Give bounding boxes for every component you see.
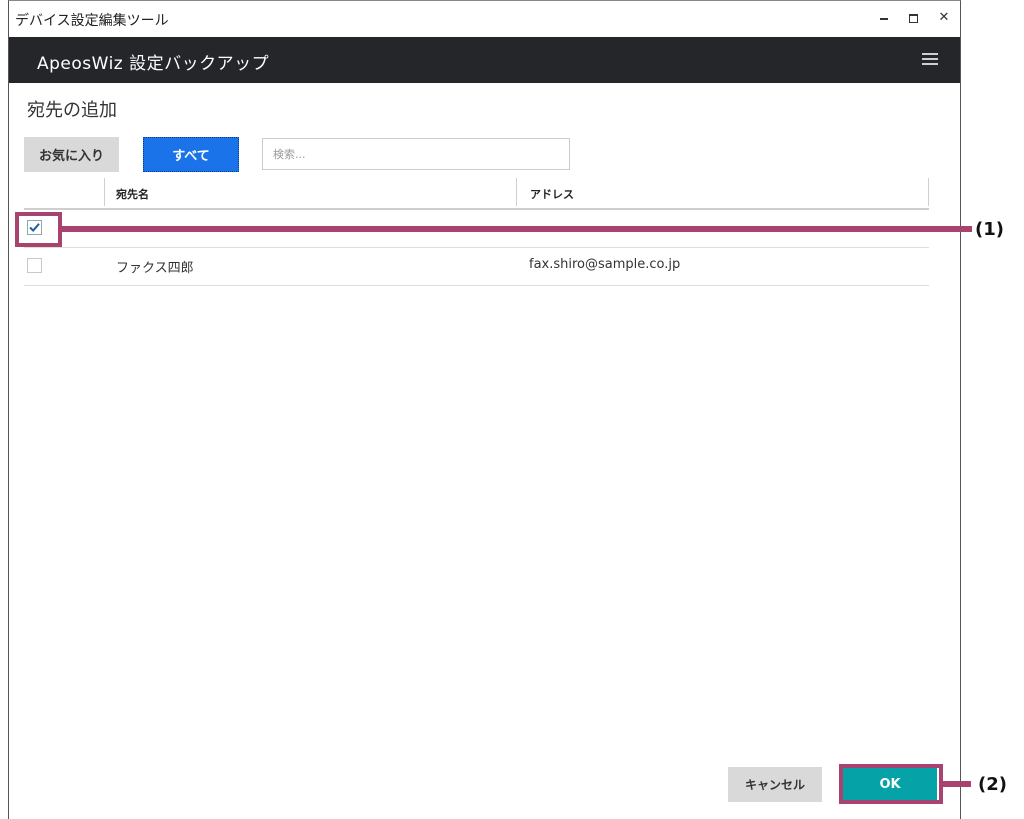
callout-label-1: (1): [975, 219, 1004, 240]
close-icon[interactable]: ✕: [933, 9, 955, 27]
row-checkbox[interactable]: [27, 258, 42, 273]
callout-line-1: [62, 226, 972, 232]
all-filter-button[interactable]: すべて: [143, 137, 239, 172]
cancel-button[interactable]: キャンセル: [728, 767, 822, 802]
window-title: デバイス設定編集ツール: [15, 13, 169, 29]
column-divider: [516, 178, 517, 206]
window-titlebar: デバイス設定編集ツール ✕: [9, 1, 960, 37]
maximize-icon[interactable]: [902, 9, 924, 27]
callout-box-2: [839, 764, 943, 804]
callout-box-1: [15, 212, 62, 247]
column-header-name[interactable]: 宛先名: [116, 186, 149, 202]
callout-label-2: (2): [978, 774, 1007, 795]
hamburger-menu-icon[interactable]: [922, 53, 938, 66]
column-divider: [928, 178, 929, 206]
favorites-filter-button[interactable]: お気に入り: [24, 137, 119, 172]
table-header: 宛先名 アドレス: [24, 178, 929, 210]
minimize-icon[interactable]: [873, 9, 895, 27]
app-window: デバイス設定編集ツール ✕ ApeosWiz 設定バックアップ: [8, 0, 961, 819]
recipient-name: ファクス四郎: [116, 261, 194, 276]
recipient-address: fax.shiro@sample.co.jp: [529, 257, 681, 272]
column-divider: [104, 178, 105, 206]
app-title: ApeosWiz 設定バックアップ: [37, 54, 270, 74]
search-input[interactable]: [262, 138, 570, 170]
table-row[interactable]: ファクス四郎 fax.shiro@sample.co.jp: [24, 248, 929, 286]
callout-line-2: [943, 781, 971, 787]
app-header: ApeosWiz 設定バックアップ: [9, 37, 960, 83]
column-header-address[interactable]: アドレス: [530, 186, 574, 202]
page-title: 宛先の追加: [27, 100, 117, 121]
